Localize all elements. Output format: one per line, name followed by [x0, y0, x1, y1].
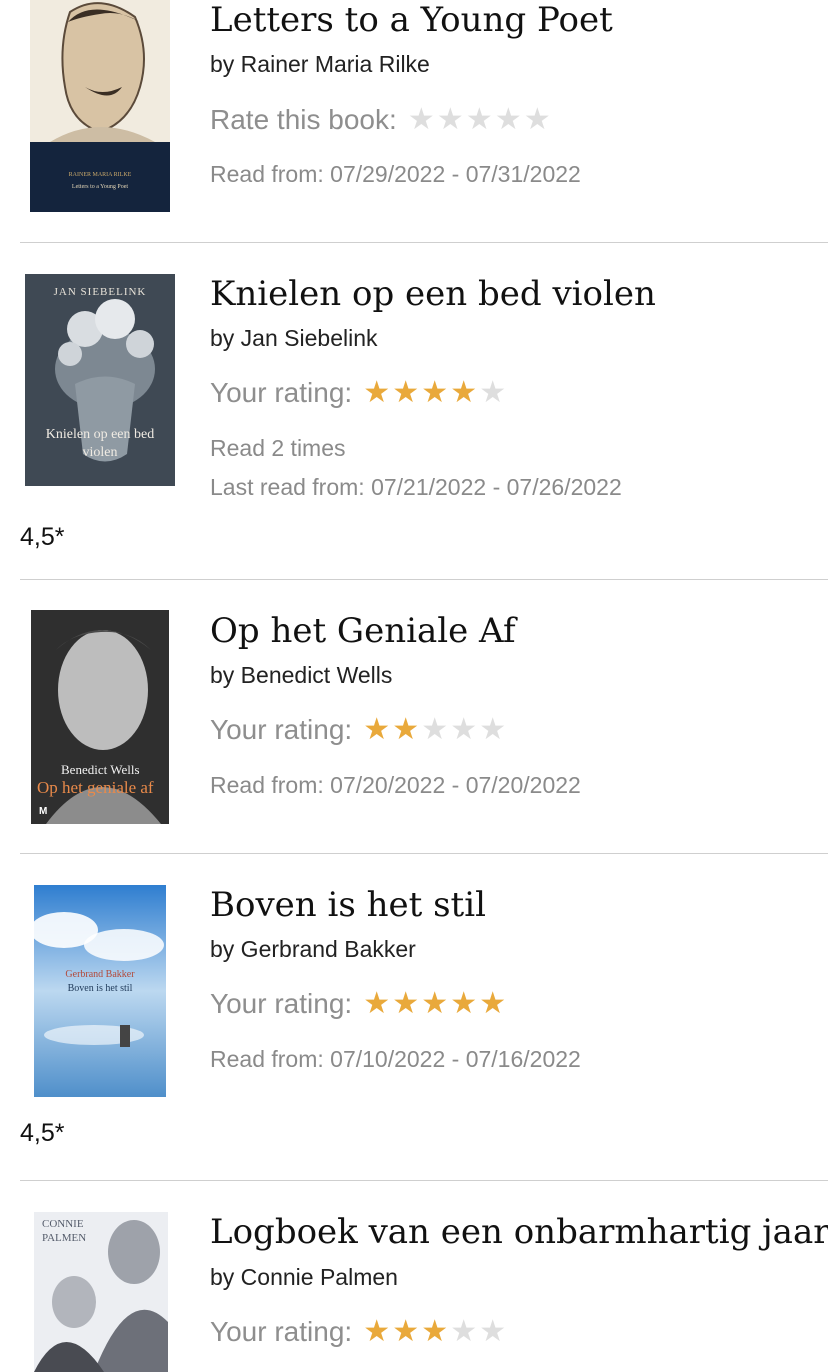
star-rating[interactable]: ★ ★ ★ ★ ★ [362, 1317, 507, 1347]
cover-text: Gerbrand Bakker [65, 969, 135, 980]
book-title[interactable]: Op het Geniale Af [210, 611, 516, 651]
cover-text: Letters to a Young Poet [71, 184, 129, 190]
book-cover[interactable]: RAINER MARIA RILKE Letters to a Young Po… [30, 0, 170, 212]
cover-text: RAINER MARIA RILKE [68, 172, 132, 178]
cover-text: CONNIE [42, 1218, 84, 1230]
cover-text: Knielen op een bed violen [45, 427, 155, 460]
star-icon[interactable]: ★ [362, 378, 391, 408]
read-dates: Last read from: 07/21/2022 - 07/26/2022 [210, 474, 622, 500]
read-count: Read 2 times [210, 435, 346, 461]
star-icon[interactable]: ★ [420, 378, 449, 408]
divider [20, 853, 828, 854]
star-icon[interactable]: ★ [407, 105, 436, 135]
book-cover[interactable]: CONNIE PALMEN [34, 1212, 168, 1372]
personal-note: 4,5* [20, 523, 65, 551]
divider [20, 242, 828, 243]
book-title[interactable]: Letters to a Young Poet [210, 0, 613, 40]
star-icon[interactable]: ★ [420, 1317, 449, 1347]
rating-label: Your rating: [210, 988, 353, 1019]
star-icon[interactable]: ★ [420, 989, 449, 1019]
divider [20, 579, 828, 580]
book-cover[interactable]: Gerbrand Bakker Boven is het stil [34, 885, 166, 1097]
cover-text: JAN SIEBELINK [53, 286, 147, 298]
star-icon[interactable]: ★ [449, 1317, 478, 1347]
book-author[interactable]: by Jan Siebelink [210, 324, 378, 352]
book-author[interactable]: by Gerbrand Bakker [210, 935, 416, 963]
star-icon[interactable]: ★ [362, 715, 391, 745]
rating-row: Your rating: ★ ★ ★ ★ ★ [210, 713, 507, 747]
star-icon[interactable]: ★ [523, 105, 552, 135]
star-icon[interactable]: ★ [420, 715, 449, 745]
cover-text: PALMEN [42, 1232, 87, 1244]
star-icon[interactable]: ★ [362, 989, 391, 1019]
author-portrait-illustration [30, 0, 170, 212]
star-icon[interactable]: ★ [449, 715, 478, 745]
rating-row: Your rating: ★ ★ ★ ★ ★ [210, 1315, 507, 1349]
book-author[interactable]: by Rainer Maria Rilke [210, 50, 430, 78]
star-icon[interactable]: ★ [478, 715, 507, 745]
personal-note: 4,5* [20, 1119, 65, 1147]
star-icon[interactable]: ★ [362, 1317, 391, 1347]
rating-label: Your rating: [210, 1316, 353, 1347]
rating-label: Rate this book: [210, 104, 397, 135]
read-dates: Read from: 07/20/2022 - 07/20/2022 [210, 772, 581, 798]
star-rating[interactable]: ★ ★ ★ ★ ★ [362, 715, 507, 745]
rating-row: Your rating: ★ ★ ★ ★ ★ [210, 376, 507, 410]
star-icon[interactable]: ★ [478, 378, 507, 408]
star-icon[interactable]: ★ [391, 715, 420, 745]
cover-text: Op het geniale af [37, 778, 154, 797]
read-dates: Read from: 07/29/2022 - 07/31/2022 [210, 161, 581, 187]
rating-label: Your rating: [210, 714, 353, 745]
rating-row: Your rating: ★ ★ ★ ★ ★ [210, 987, 507, 1021]
star-rating[interactable]: ★ ★ ★ ★ ★ [362, 378, 507, 408]
book-title[interactable]: Boven is het stil [210, 885, 486, 925]
book-author[interactable]: by Connie Palmen [210, 1263, 398, 1291]
divider [20, 1180, 828, 1181]
star-icon[interactable]: ★ [465, 105, 494, 135]
star-icon[interactable]: ★ [478, 1317, 507, 1347]
book-title[interactable]: Logboek van een onbarmhartig jaar [210, 1212, 828, 1252]
read-dates: Read from: 07/10/2022 - 07/16/2022 [210, 1046, 581, 1072]
star-icon[interactable]: ★ [391, 1317, 420, 1347]
star-icon[interactable]: ★ [478, 989, 507, 1019]
book-cover[interactable]: Benedict Wells Op het geniale af M [31, 610, 169, 824]
star-icon[interactable]: ★ [449, 378, 478, 408]
book-author[interactable]: by Benedict Wells [210, 661, 392, 689]
star-icon[interactable]: ★ [391, 378, 420, 408]
star-rating[interactable]: ★ ★ ★ ★ ★ [407, 105, 552, 135]
book-cover[interactable]: JAN SIEBELINK Knielen op een bed violen [25, 274, 175, 486]
star-icon[interactable]: ★ [436, 105, 465, 135]
book-title[interactable]: Knielen op een bed violen [210, 274, 656, 314]
star-icon[interactable]: ★ [391, 989, 420, 1019]
cover-text: Benedict Wells [61, 762, 140, 777]
publisher-logo: M [39, 806, 48, 817]
rating-label: Your rating: [210, 377, 353, 408]
cover-text: Boven is het stil [67, 983, 133, 994]
rating-row: Rate this book: ★ ★ ★ ★ ★ [210, 103, 552, 137]
star-icon[interactable]: ★ [449, 989, 478, 1019]
star-icon[interactable]: ★ [494, 105, 523, 135]
star-rating[interactable]: ★ ★ ★ ★ ★ [362, 989, 507, 1019]
